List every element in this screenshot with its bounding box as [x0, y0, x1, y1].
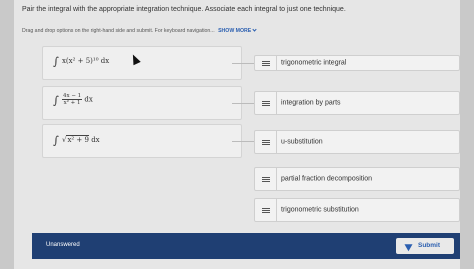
integral-row-3: ∫ √x² + 9 dx: [42, 124, 242, 158]
show-more-label: SHOW MORE: [218, 28, 252, 34]
drag-handle-icon[interactable]: [255, 199, 277, 221]
submit-label: Submit: [418, 242, 441, 249]
integral-sign-icon: ∫: [53, 55, 59, 68]
drag-handle-icon[interactable]: [255, 168, 277, 190]
integral-3-radicand: x² + 9: [66, 135, 89, 144]
question-title: Pair the integral with the appropriate i…: [22, 6, 346, 13]
integral-expression-2: ∫ 4x − 1 x² + 1 dx: [53, 93, 93, 107]
drop-target-line-2: [232, 103, 254, 104]
option-trigonometric-substitution[interactable]: trigonometric substitution: [254, 198, 460, 222]
footer-bar: Unanswered Submit: [32, 233, 460, 259]
fraction-numerator: 4x − 1: [61, 93, 83, 100]
option-u-substitution[interactable]: u-substitution: [254, 130, 460, 154]
option-integration-by-parts[interactable]: integration by parts: [254, 91, 460, 115]
integral-2-suffix: dx: [84, 95, 93, 104]
instruction-body: Drag and drop options on the right-hand …: [22, 28, 215, 34]
option-label: integration by parts: [281, 99, 341, 107]
integral-expression-1: ∫ x(x² + 5)¹⁰ dx: [53, 55, 109, 68]
drag-handle-icon[interactable]: [255, 131, 277, 153]
option-label: trigonometric integral: [281, 59, 347, 67]
option-trigonometric-integral[interactable]: trigonometric integral: [254, 55, 460, 71]
integral-row-1: ∫ x(x² + 5)¹⁰ dx: [42, 46, 242, 80]
option-label: u-substitution: [281, 138, 323, 146]
drop-target-line-1: [232, 63, 254, 64]
integral-expression-3: ∫ √x² + 9 dx: [53, 134, 100, 147]
integral-3-suffix: dx: [91, 136, 100, 144]
drop-target-line-3: [232, 141, 254, 142]
fraction-denominator: x² + 1: [63, 100, 81, 106]
integral-row-2: ∫ 4x − 1 x² + 1 dx: [42, 86, 242, 120]
paper-plane-icon: [404, 240, 415, 252]
option-partial-fraction-decomposition[interactable]: partial fraction decomposition: [254, 167, 460, 191]
integral-sign-icon: ∫: [53, 134, 59, 147]
chevron-down-icon: [252, 27, 257, 32]
instruction-text: Drag and drop options on the right-hand …: [22, 27, 452, 34]
fraction: 4x − 1 x² + 1: [61, 93, 83, 106]
drag-handle-icon[interactable]: [255, 56, 277, 70]
integral-sign-icon: ∫: [53, 93, 59, 107]
show-more-link[interactable]: SHOW MORE: [218, 27, 257, 34]
option-label: partial fraction decomposition: [281, 175, 373, 183]
integral-1-label: x(x² + 5)¹⁰ dx: [61, 57, 110, 65]
submit-button[interactable]: Submit: [396, 238, 454, 254]
drag-handle-icon[interactable]: [255, 92, 277, 114]
option-label: trigonometric substitution: [281, 206, 359, 214]
answer-status: Unanswered: [46, 242, 80, 248]
